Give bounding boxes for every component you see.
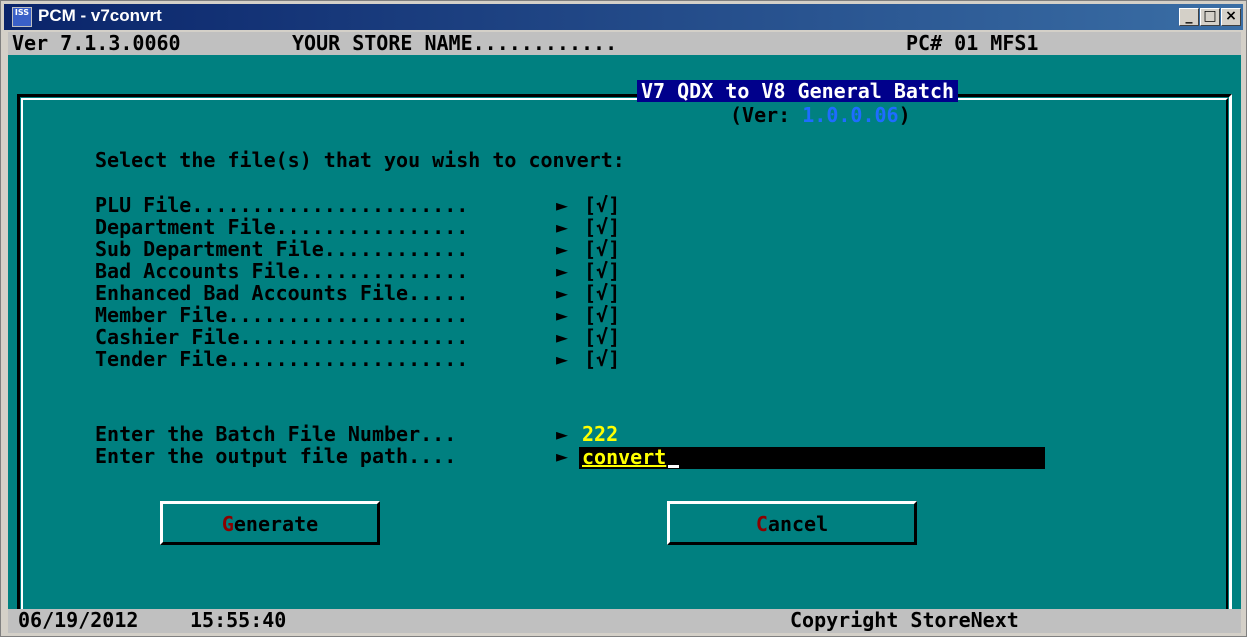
file-label: Member File.................... xyxy=(95,303,469,327)
maximize-button[interactable]: □ xyxy=(1200,8,1220,26)
file-checkbox[interactable]: [√] xyxy=(584,216,620,239)
generate-button[interactable]: Generate xyxy=(160,501,380,545)
file-checkbox[interactable]: [√] xyxy=(584,238,620,261)
file-checkbox[interactable]: [√] xyxy=(584,282,620,305)
file-label: PLU File....................... xyxy=(95,193,469,217)
cancel-button[interactable]: Cancel xyxy=(667,501,917,545)
arrow-icon: ► xyxy=(556,325,569,349)
arrow-icon: ► xyxy=(556,422,569,446)
text-cursor xyxy=(668,465,680,468)
file-label: Tender File.................... xyxy=(95,347,469,371)
console-area: Ver 7.1.3.0060 YOUR STORE NAME..........… xyxy=(8,32,1241,633)
arrow-icon: ► xyxy=(556,237,569,261)
output-path-input[interactable]: convert xyxy=(582,446,680,468)
window-title: PCM - v7convrt xyxy=(38,6,162,25)
dialog-version: (Ver: 1.0.0.06) xyxy=(730,103,911,127)
arrow-icon: ► xyxy=(556,281,569,305)
file-label: Department File................ xyxy=(95,215,469,239)
arrow-icon: ► xyxy=(556,259,569,283)
file-checkbox[interactable]: [√] xyxy=(584,260,620,283)
arrow-icon: ► xyxy=(556,215,569,239)
output-path-label: Enter the output file path.... xyxy=(95,444,457,468)
version-number: 1.0.0.06 xyxy=(802,103,899,127)
file-label: Cashier File................... xyxy=(95,325,469,349)
dialog-title: V7 QDX to V8 General Batch xyxy=(637,80,959,102)
file-checkbox[interactable]: [√] xyxy=(584,304,620,327)
cancel-button-label: Cancel xyxy=(755,512,829,536)
file-label: Bad Accounts File.............. xyxy=(95,259,469,283)
title-bar[interactable]: ISS PCM - v7convrt _ □ × xyxy=(4,4,1243,30)
file-checkbox[interactable]: [√] xyxy=(584,194,620,217)
app-window: ISS PCM - v7convrt _ □ × Ver 7.1.3.0060 … xyxy=(0,0,1247,637)
status-time: 15:55:40 xyxy=(190,608,287,632)
file-label: Sub Department File............ xyxy=(95,237,469,261)
generate-button-label: Generate xyxy=(221,512,319,536)
store-name-text: YOUR STORE NAME............ xyxy=(292,31,618,55)
file-label: Enhanced Bad Accounts File..... xyxy=(95,281,469,305)
select-prompt: Select the file(s) that you wish to conv… xyxy=(95,148,625,172)
arrow-icon: ► xyxy=(556,193,569,217)
batch-number-input[interactable]: 222 xyxy=(582,423,618,446)
app-icon[interactable]: ISS xyxy=(12,7,32,27)
pc-number-text: PC# 01 MFS1 xyxy=(906,31,1039,55)
close-button[interactable]: × xyxy=(1221,8,1241,26)
status-date: 06/19/2012 xyxy=(18,608,139,632)
copyright-text: Copyright StoreNext xyxy=(790,608,1019,632)
arrow-icon: ► xyxy=(556,444,569,468)
batch-number-label: Enter the Batch File Number... xyxy=(95,422,457,446)
file-checkbox[interactable]: [√] xyxy=(584,326,620,349)
minimize-button[interactable]: _ xyxy=(1179,8,1199,26)
arrow-icon: ► xyxy=(556,303,569,327)
arrow-icon: ► xyxy=(556,347,569,371)
status-bar: 06/19/2012 15:55:40 Copyright StoreNext xyxy=(8,609,1241,633)
version-text: Ver 7.1.3.0060 xyxy=(12,31,181,55)
header-bar: Ver 7.1.3.0060 YOUR STORE NAME..........… xyxy=(8,32,1241,55)
file-checkbox[interactable]: [√] xyxy=(584,348,620,371)
